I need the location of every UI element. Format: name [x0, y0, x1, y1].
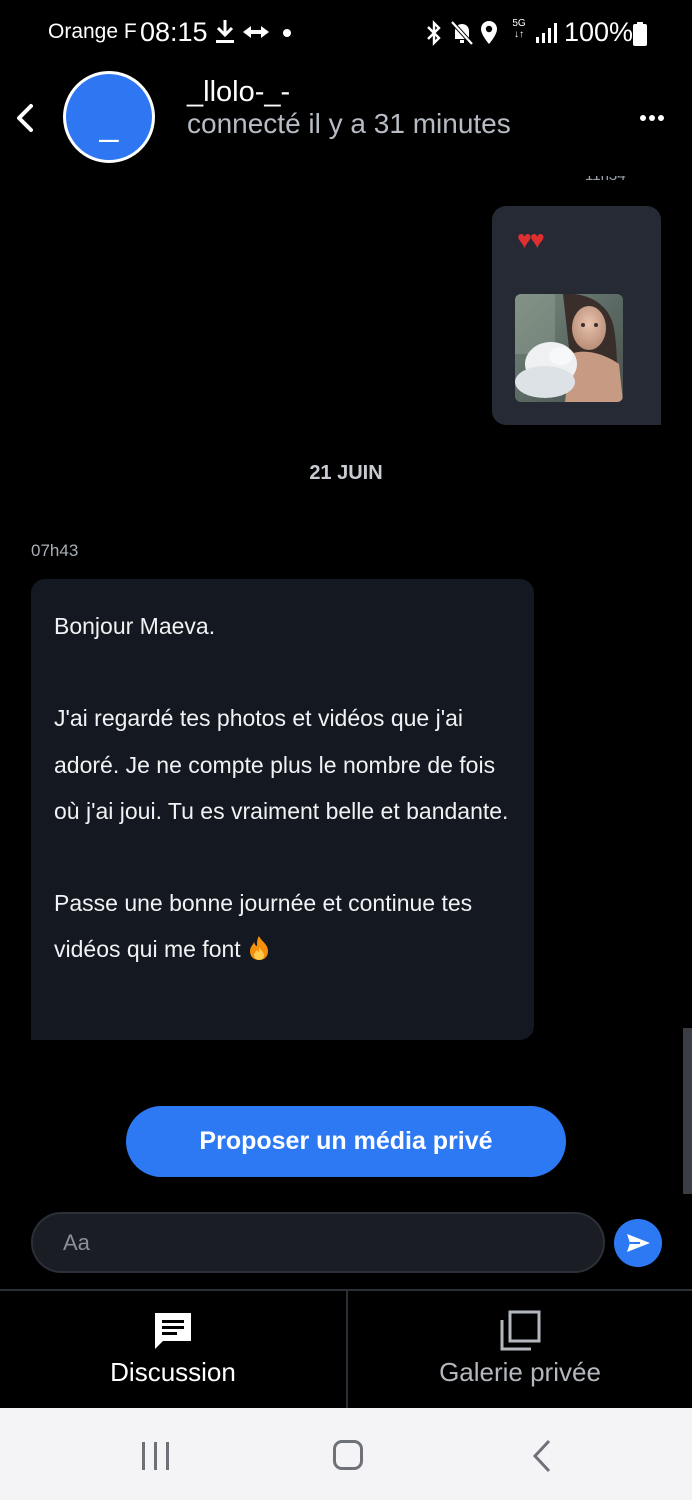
notification-dot-icon	[283, 29, 291, 37]
home-icon[interactable]	[333, 1440, 363, 1470]
sent-message-bubble[interactable]: ♥♥	[492, 206, 661, 425]
download-icon	[216, 20, 234, 43]
contact-name[interactable]: _llolo-_-	[187, 76, 290, 109]
gallery-icon	[500, 1310, 541, 1351]
recent-apps-icon[interactable]	[140, 1441, 172, 1471]
hearts-emoji: ♥♥	[517, 226, 545, 254]
tab-label: Discussion	[110, 1357, 236, 1387]
tab-label: Galerie privée	[439, 1357, 601, 1387]
chat-header: _ _llolo-_- connecté il y a 31 minutes	[0, 66, 692, 176]
received-message-bubble[interactable]: Bonjour Maeva. J'ai regardé tes photos e…	[31, 579, 534, 1040]
message-text-content: Bonjour Maeva. J'ai regardé tes photos e…	[54, 613, 509, 963]
location-icon	[481, 21, 497, 44]
network-type-label: 5G ↓↑	[512, 18, 526, 40]
propose-private-media-button[interactable]: Proposer un média privé	[126, 1106, 566, 1177]
more-options-icon[interactable]	[640, 112, 666, 124]
scrollbar[interactable]	[683, 1028, 692, 1194]
message-text: Bonjour Maeva. J'ai regardé tes photos e…	[54, 603, 511, 973]
data-transfer-icon	[243, 26, 269, 38]
mute-icon	[450, 20, 474, 46]
message-timestamp: 07h43	[31, 541, 79, 560]
status-time: 08:15	[140, 17, 208, 47]
photo-thumbnail[interactable]	[515, 294, 623, 402]
send-icon[interactable]	[614, 1219, 662, 1267]
carrier-label: Orange F	[48, 20, 137, 43]
system-nav-bar	[0, 1408, 692, 1500]
message-input[interactable]	[31, 1212, 605, 1273]
chat-icon	[155, 1313, 191, 1349]
battery-icon	[633, 22, 647, 46]
date-separator: 21 JUIN	[309, 462, 383, 484]
fire-emoji-icon	[250, 936, 269, 961]
battery-percent: 100%	[564, 17, 634, 47]
avatar[interactable]: _	[63, 71, 155, 163]
clipped-timestamp: 11h34	[585, 176, 657, 186]
bottom-tab-bar: Discussion Galerie privée	[0, 1289, 692, 1408]
bluetooth-icon	[427, 20, 441, 46]
tab-discussion[interactable]: Discussion	[0, 1291, 346, 1408]
system-back-icon[interactable]	[532, 1439, 552, 1473]
status-bar: Orange F 08:15 5G ↓↑ 100%	[0, 0, 692, 66]
avatar-initial: _	[99, 105, 119, 143]
back-arrow-icon[interactable]	[10, 100, 40, 136]
tab-private-gallery[interactable]: Galerie privée	[346, 1291, 692, 1408]
contact-status: connecté il y a 31 minutes	[187, 108, 511, 139]
signal-icon	[536, 23, 557, 43]
